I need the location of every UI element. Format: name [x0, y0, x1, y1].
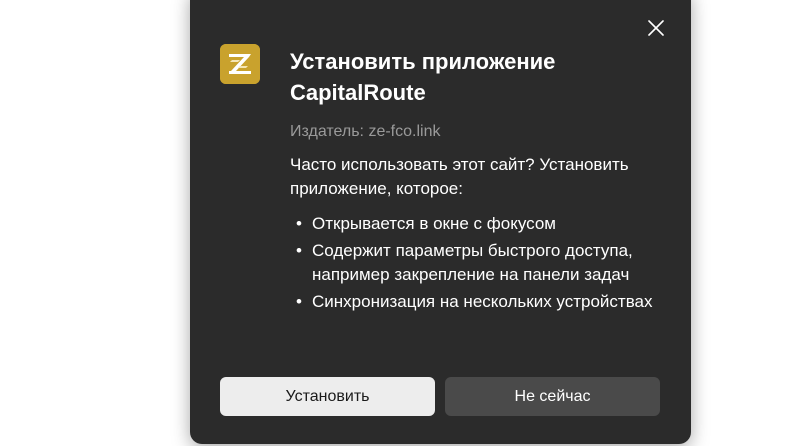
description-text: Часто использовать этот сайт? Установить… [290, 155, 629, 198]
capitalroute-logo-icon [220, 44, 260, 84]
feature-item: • Открывается в окне с фокусом [290, 212, 670, 236]
dialog-title: Установить приложение CapitalRoute [290, 49, 556, 105]
feature-text: Синхронизация на нескольких устройствах [312, 292, 653, 311]
feature-list: • Открывается в окне с фокусом • Содержи… [290, 212, 670, 314]
install-app-dialog: Установить приложение CapitalRoute Издат… [190, 0, 691, 444]
bullet: • [296, 292, 302, 311]
feature-item: • Синхронизация на нескольких устройства… [290, 290, 670, 314]
dialog-content: Установить приложение CapitalRoute Издат… [290, 46, 670, 317]
feature-text: Содержит параметры быстрого доступа, нап… [312, 241, 633, 284]
not-now-button[interactable]: Не сейчас [445, 377, 660, 416]
install-button[interactable]: Установить [220, 377, 435, 416]
close-icon [648, 20, 664, 36]
close-button[interactable] [644, 16, 668, 40]
bullet: • [296, 214, 302, 233]
bullet: • [296, 241, 302, 260]
browser-page: Установить приложение CapitalRoute Издат… [0, 0, 800, 446]
publisher-text: Издатель: ze-fco.link [290, 123, 441, 140]
feature-text: Открывается в окне с фокусом [312, 214, 556, 233]
feature-item: • Содержит параметры быстрого доступа, н… [290, 239, 670, 287]
